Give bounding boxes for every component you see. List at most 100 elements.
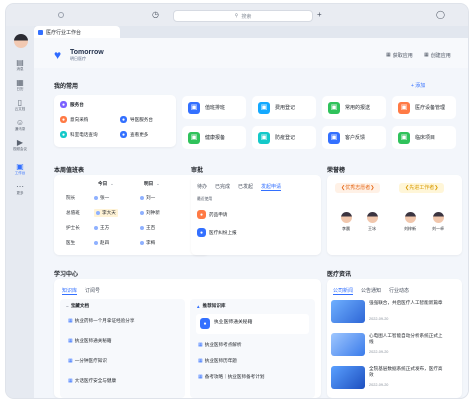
- duty-role: 院长: [66, 195, 76, 200]
- laurel-icon: ❯: [434, 185, 439, 191]
- search-input[interactable]: ⚲ 搜索: [173, 10, 313, 22]
- create-apps-button[interactable]: ▦ 创建应用: [424, 52, 451, 59]
- tab-knowledge[interactable]: 知识库: [62, 287, 78, 295]
- doc-icon: ▦: [198, 374, 203, 380]
- doc-item[interactable]: ▦ 执业药师一个月拿证经验分享: [68, 318, 134, 324]
- news-thumbnail: [331, 300, 365, 323]
- app-epidemic[interactable]: ▣ 防疫登记: [252, 126, 316, 149]
- tab-initiated[interactable]: 已发起: [238, 183, 253, 191]
- avatar[interactable]: [367, 212, 378, 223]
- tab-new-request[interactable]: 发起申请: [261, 183, 282, 191]
- doc-icon: ▦: [198, 342, 203, 348]
- kb-item[interactable]: ▦ 执业医师考点解析: [198, 342, 242, 348]
- workbench-icon: ▣: [16, 162, 24, 171]
- rail-label: 视频会议: [13, 147, 27, 151]
- tab-subscription[interactable]: 订阅号: [85, 287, 100, 295]
- tab-industry[interactable]: 行业动态: [389, 287, 409, 295]
- duty-title: 本周值班表: [54, 168, 85, 174]
- expense-icon: ▣: [258, 101, 270, 114]
- report-icon: ▣: [328, 101, 340, 114]
- history-icon[interactable]: ◷: [152, 10, 159, 20]
- workbench-main: ♥ Tomorrow 明日医疗 ▦ 获取应用 ▦ 创建应用 我的常用 + 添加 …: [34, 38, 468, 398]
- news-item[interactable]: 全院基层数据系统正式发布，医疗高效 2022-09-20: [327, 363, 447, 394]
- avatar[interactable]: [14, 34, 28, 48]
- avatar[interactable]: [433, 212, 444, 223]
- service-item-guide[interactable]: ● 导医服务台: [120, 116, 153, 123]
- news-thumbnail: [331, 333, 365, 356]
- tab-todo[interactable]: 待办: [197, 183, 207, 191]
- add-icon[interactable]: +: [317, 10, 322, 20]
- rail-label: 工作台: [14, 171, 26, 175]
- rail-item-docs[interactable]: ▯ 云文档: [6, 98, 34, 112]
- kb-feature-title: 执业医师通关秘籍: [214, 320, 253, 325]
- rail-item-contacts[interactable]: ☺ 通讯录: [6, 118, 34, 132]
- app-expense[interactable]: ▣ 费用登记: [252, 96, 316, 119]
- duty-role: 医生: [66, 240, 76, 245]
- kb-item[interactable]: ▦ 执业医师历年题: [198, 358, 237, 364]
- news-item[interactable]: 强强联合，共启医疗人工智能新篇章 2022-09-20: [327, 297, 447, 328]
- approval-item-drug[interactable]: ● 药品申请: [197, 210, 227, 219]
- add-button[interactable]: + 添加: [411, 82, 425, 89]
- avatar-ring-icon[interactable]: ◯: [436, 10, 445, 20]
- tab-workbench[interactable]: 医疗行业工作台: [34, 26, 120, 38]
- doc-panel: − 宝藏文档 ▦ 执业药师一个月拿证经验分享 ▦ 执业医师通关秘籍 ▦ 一分钟医…: [60, 299, 185, 398]
- tab-notices[interactable]: 公告通知: [361, 287, 381, 295]
- collapse-icon[interactable]: −: [66, 304, 69, 309]
- doc-icon: ▦: [68, 358, 73, 364]
- duty-tomorrow-person: 王百: [140, 225, 155, 231]
- app-equipment[interactable]: ▣ 医疗设备管理: [392, 96, 456, 119]
- avatar[interactable]: [405, 212, 416, 223]
- book-icon: ●: [200, 318, 210, 329]
- duty-tomorrow-person: 刘一: [140, 195, 155, 201]
- video-icon: ▶: [16, 138, 24, 147]
- service-item-phone[interactable]: ● 科室电话查询: [60, 131, 98, 138]
- workbench-header: ♥ Tomorrow 明日医疗 ▦ 获取应用 ▦ 创建应用: [34, 38, 468, 68]
- title-bar: ◷ ⚲ 搜索 + ◯: [6, 4, 468, 26]
- approval-item-dispute[interactable]: ● 医疗纠纷上报: [197, 228, 237, 237]
- app-duty-schedule[interactable]: ▣ 值班排班: [182, 96, 246, 119]
- rail-item-video[interactable]: ▶ 视频会议: [6, 138, 34, 152]
- tab-company-news[interactable]: 公司新闻: [333, 287, 354, 295]
- tab-done[interactable]: 已完成: [215, 183, 230, 191]
- badge-advanced: ❮先进工作者❯: [399, 183, 445, 193]
- recent-used-label: 最近使用: [197, 197, 213, 201]
- news-item-title: 心电图人工智能自动分析系统正式上线: [369, 333, 443, 344]
- approval-title: 审批: [191, 168, 204, 174]
- service-item-purchase[interactable]: ● 意向采购: [60, 116, 88, 123]
- kb-feature-card[interactable]: ● 执业医师通关秘籍: [196, 314, 309, 334]
- avatar[interactable]: [341, 212, 352, 223]
- news-item[interactable]: 心电图人工智能自动分析系统正式上线 2022-09-20: [327, 330, 447, 361]
- guide-icon: ●: [120, 116, 127, 123]
- get-apps-button[interactable]: ▦ 获取应用: [386, 52, 413, 59]
- feedback-icon: ▣: [328, 131, 340, 144]
- honor-person-name: 刘梓新: [404, 226, 416, 231]
- chevron-down-icon[interactable]: ⌄: [156, 181, 160, 187]
- rail-item-more[interactable]: ⋯ 更多: [6, 182, 34, 196]
- badge-volunteer: ❮优秀志愿者❯: [335, 183, 381, 193]
- create-apps-label: 创建应用: [430, 53, 451, 59]
- rail-item-workbench[interactable]: ▣ 工作台: [6, 162, 34, 176]
- doc-item[interactable]: ▦ 一分钟医疗知识: [68, 358, 107, 364]
- pill-icon: ●: [197, 210, 206, 219]
- window-dot[interactable]: [58, 12, 64, 18]
- service-item-more[interactable]: ● 查看更多: [120, 131, 148, 138]
- doc-item[interactable]: ▦ 执业医师通关秘籍: [68, 338, 112, 344]
- workbench-tab-icon: [38, 29, 43, 35]
- app-feedback[interactable]: ▣ 客户反馈: [322, 126, 386, 149]
- honor-card: ❮优秀志愿者❯ ❮先进工作者❯ 李晨 王冰 刘梓新 刘一卓: [327, 175, 462, 255]
- service-desk-icon: ●: [60, 101, 67, 108]
- rail-item-calendar[interactable]: ▦ 日历: [6, 78, 34, 92]
- app-health-report[interactable]: ▣ 健康报备: [182, 126, 246, 149]
- app-label: 值班排班: [205, 105, 226, 111]
- duty-tomorrow-person: 刘钟新: [140, 210, 160, 216]
- doc-item[interactable]: ▦ 大话医疗安全与健康: [68, 378, 116, 384]
- approval-item-label: 医疗纠纷上报: [209, 229, 237, 235]
- rail-item-messages[interactable]: ▤ 消息: [6, 58, 34, 72]
- chevron-down-icon[interactable]: ⌄: [110, 181, 114, 187]
- rail-label: 消息: [16, 67, 24, 71]
- news-tabs: 公司新闻 公告通知 行业动态: [333, 287, 409, 295]
- kb-item[interactable]: ▦ 备考攻略｜执业医师备考计划: [198, 374, 264, 380]
- app-clinical[interactable]: ▣ 临床项目: [392, 126, 456, 149]
- thumbs-up-icon: ▲: [196, 303, 201, 309]
- app-reports[interactable]: ▣ 常用的报送: [322, 96, 386, 119]
